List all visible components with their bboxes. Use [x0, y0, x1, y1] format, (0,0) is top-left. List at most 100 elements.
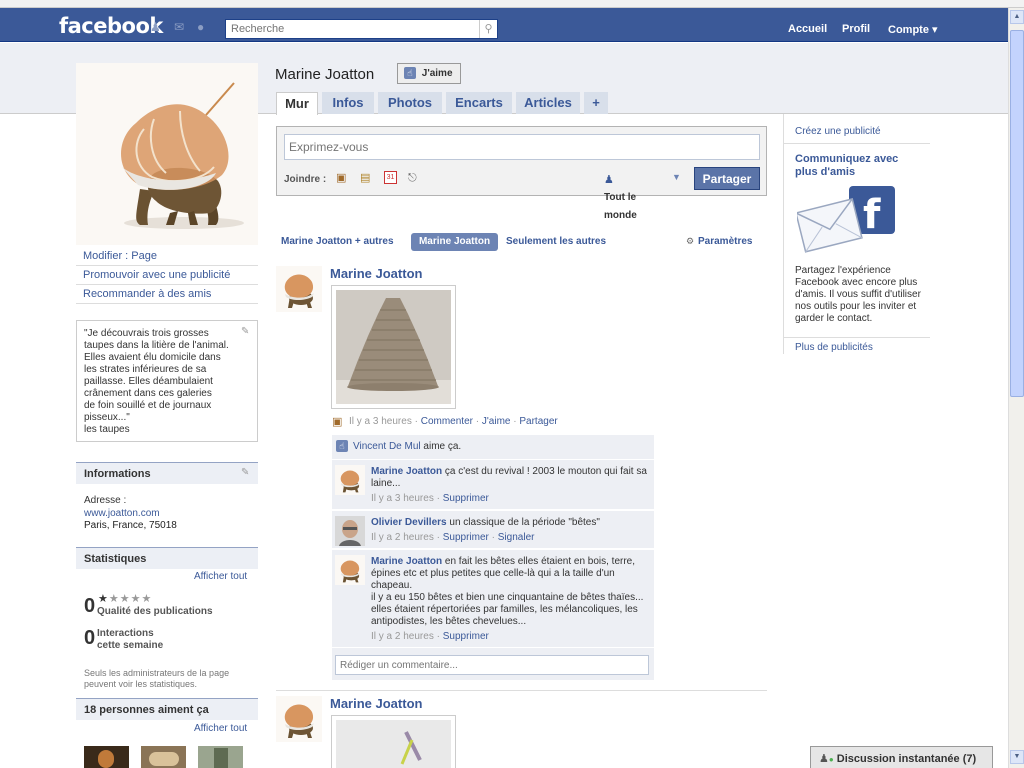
quote-line: taupes dans la litière de l'animal. [84, 340, 229, 351]
fans-header: 18 personnes aiment ça [76, 698, 258, 720]
scroll-down-arrow-icon[interactable]: ▼ [1010, 750, 1024, 764]
messages-icon[interactable]: ✉ [174, 21, 188, 33]
comment-input[interactable] [335, 655, 649, 675]
delete-comment-link[interactable]: Supprimer [443, 532, 489, 543]
comment-time: Il y a 2 heures [371, 532, 434, 543]
edit-pencil-icon[interactable]: ✎ [241, 326, 249, 337]
commenter-name[interactable]: Marine Joatton [371, 556, 442, 567]
separator: · [436, 493, 440, 504]
tab-photos[interactable]: Photos [378, 92, 442, 114]
comment-time: Il y a 3 heures [371, 493, 434, 504]
add-tab-icon[interactable]: + [584, 92, 608, 114]
edit-page-link[interactable]: Modifier : Page [76, 247, 258, 266]
quote-line: pisseux..." [84, 412, 130, 423]
settings-link[interactable]: Paramètres [698, 236, 752, 247]
delete-comment-link[interactable]: Supprimer [443, 493, 489, 504]
comment-link[interactable]: Commenter [421, 416, 473, 427]
quote-line: les taupes [84, 424, 130, 435]
description-box: "Je découvrais trois grosses taupes dans… [76, 320, 258, 442]
notifications-globe-icon[interactable]: ● [197, 21, 211, 33]
photo-story-icon: ▣ [332, 416, 343, 428]
comment: Marine Joatton ça c'est du revival ! 200… [332, 459, 654, 509]
tab-info[interactable]: Infos [322, 92, 374, 114]
stats-show-all-link[interactable]: Afficher tout [194, 571, 247, 582]
attach-link-icon[interactable]: ⎋ [408, 172, 420, 184]
comment-time: Il y a 2 heures [371, 631, 434, 642]
like-page-button[interactable]: ☝ J'aime [397, 63, 461, 84]
promote-label[interactable]: Promouvoir avec une publicité [83, 269, 230, 281]
more-ads-link[interactable]: Plus de publicités [795, 342, 873, 353]
post-author-avatar[interactable] [276, 266, 322, 312]
fan-avatar[interactable] [198, 746, 243, 768]
like-link[interactable]: J'aime [482, 416, 511, 427]
post-author-name[interactable]: Marine Joatton [330, 266, 422, 281]
share-button[interactable]: Partager [694, 167, 760, 190]
comment-avatar[interactable] [335, 516, 365, 546]
settings-gear-icon[interactable]: ⚙ [686, 236, 694, 247]
attach-label: Joindre : [284, 174, 327, 185]
audience-selector[interactable]: Tout le monde [604, 189, 637, 225]
audience-people-icon[interactable]: ♟ [604, 173, 614, 186]
quality-stars-icon: ★★★★★ [98, 593, 153, 605]
scrollbar[interactable]: ▲ ▼ [1008, 8, 1024, 768]
comment: Olivier Devillers un classique de la pér… [332, 510, 654, 548]
commenter-name[interactable]: Marine Joatton [371, 466, 442, 477]
edit-pencil-icon[interactable]: ✎ [241, 467, 249, 478]
thumbs-up-icon: ☝ [404, 67, 416, 79]
post-author-name[interactable]: Marine Joatton [330, 696, 422, 711]
quote-line: les strates inférieures de sa [84, 364, 207, 375]
report-comment-link[interactable]: Signaler [498, 532, 535, 543]
scroll-up-arrow-icon[interactable]: ▲ [1010, 10, 1024, 24]
quality-label: Qualité des publications [97, 606, 213, 617]
likes-summary: ☝ Vincent De Mul aime ça. [332, 435, 654, 459]
attach-event-calendar-icon[interactable]: 31 [384, 171, 397, 184]
filter-page-only[interactable]: Marine Joatton [411, 233, 498, 251]
filter-page-and-others[interactable]: Marine Joatton + autres [281, 236, 394, 247]
search-icon[interactable]: ⚲ [479, 20, 497, 38]
fan-avatar[interactable] [84, 746, 129, 768]
post-author-avatar[interactable] [276, 696, 322, 742]
fans-show-all-link[interactable]: Afficher tout [194, 723, 247, 734]
nav-home[interactable]: Accueil [788, 23, 827, 35]
delete-comment-link[interactable]: Supprimer [443, 631, 489, 642]
scroll-thumb[interactable] [1010, 30, 1024, 397]
nav-account[interactable]: Compte ▾ [888, 23, 938, 36]
search-input[interactable] [226, 20, 476, 38]
share-link[interactable]: Partager [519, 416, 557, 427]
ad-title[interactable]: Communiquez avec plus d'amis [795, 153, 915, 179]
quality-value: 0 [84, 595, 96, 617]
facebook-logo[interactable]: facebook [59, 14, 163, 38]
comment-avatar[interactable] [335, 555, 365, 585]
post-photo[interactable] [331, 285, 456, 409]
tab-wall[interactable]: Mur [276, 92, 318, 115]
tab-boxes[interactable]: Encarts [446, 92, 512, 114]
admin-note-2: peuvent voir les statistiques. [84, 679, 198, 689]
recommend-link[interactable]: Recommander à des amis [76, 285, 258, 304]
attach-photo-icon[interactable]: ▣ [336, 172, 348, 184]
attach-video-icon[interactable]: ▤ [360, 172, 372, 184]
edit-page-label[interactable]: Modifier : Page [83, 250, 157, 262]
fan-avatar[interactable] [141, 746, 186, 768]
status-input[interactable] [284, 134, 760, 160]
tab-notes[interactable]: Articles [516, 92, 580, 114]
audience-dropdown-chevron-icon[interactable]: ▼ [672, 172, 681, 182]
divider [783, 143, 930, 144]
audience-label-2: monde [604, 210, 637, 221]
post-photo[interactable] [331, 715, 456, 768]
chat-bar[interactable]: ♟● Discussion instantanée (7) [810, 746, 993, 768]
recommend-label[interactable]: Recommander à des amis [83, 288, 211, 300]
profile-picture[interactable] [76, 63, 258, 245]
post-time[interactable]: Il y a 3 heures [349, 416, 412, 427]
quote-line: "Je découvrais trois grosses [84, 328, 209, 339]
friend-requests-icon[interactable]: ♟ [150, 21, 164, 33]
create-ad-link[interactable]: Créez une publicité [795, 126, 881, 137]
interactions-label: Interactions [97, 628, 154, 639]
comment-avatar[interactable] [335, 465, 365, 495]
envelope-facebook-icon[interactable]: f [795, 184, 899, 258]
commenter-name[interactable]: Olivier Devillers [371, 517, 447, 528]
filter-others-only[interactable]: Seulement les autres [506, 236, 606, 247]
website-link[interactable]: www.joatton.com [84, 508, 160, 519]
promote-link[interactable]: Promouvoir avec une publicité [76, 266, 258, 285]
nav-profile[interactable]: Profil [842, 23, 870, 35]
liker-name[interactable]: Vincent De Mul [353, 441, 421, 452]
